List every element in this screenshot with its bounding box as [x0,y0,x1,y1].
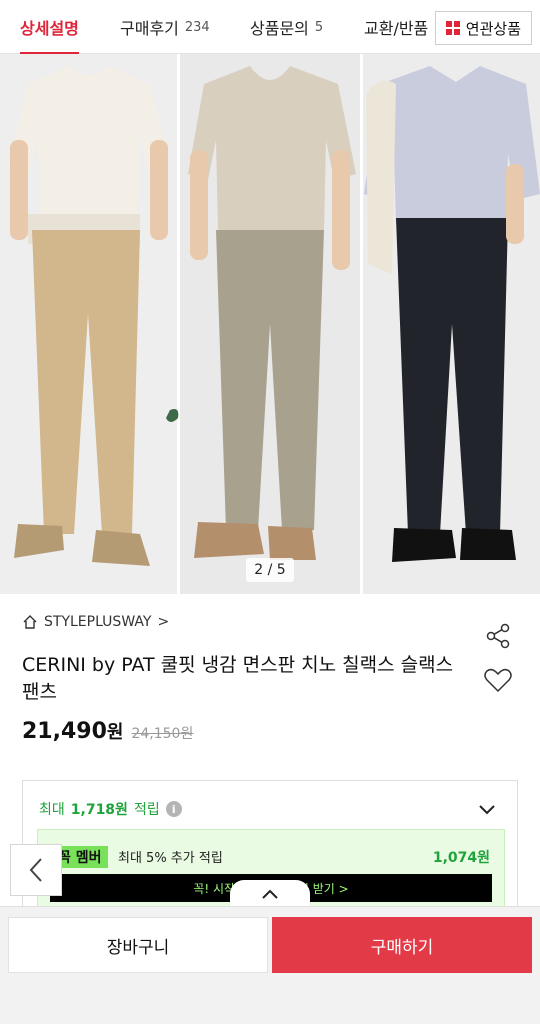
tab-count: 234 [184,19,210,35]
tab-label: 상품문의 [250,19,309,38]
previous-button[interactable] [10,844,62,896]
tab-label: 상세설명 [20,19,79,38]
product-title: CERINI by PAT 쿨핏 냉감 면스판 치노 칠랙스 슬랙스 팬츠 [22,654,454,703]
share-icon[interactable] [482,620,514,652]
grid-icon [445,21,460,35]
tab-count: 5 [314,19,324,35]
points-amount: 1,718원 [70,802,128,818]
points-summary[interactable]: 최대 1,718원 적립 i [39,799,182,819]
product-image-carousel[interactable]: 2 / 5 [0,54,540,594]
price-row: 21,490원 24,150원 [22,718,193,744]
home-icon [23,615,37,629]
original-price: 24,150원 [131,726,194,742]
bottom-action-bar: 장바구니 구매하기 [0,906,540,1024]
collapse-button[interactable] [230,880,310,908]
tab-inquiries[interactable]: 상품문의 5 [250,0,323,54]
tab-reviews[interactable]: 구매후기 234 [120,0,210,54]
member-benefit-amount: 1,074원 [432,850,490,866]
tab-bar: 상세설명 구매후기 234 상품문의 5 교환/반품 연관상품 [0,0,540,55]
add-to-cart-button[interactable]: 장바구니 [8,917,268,973]
product-photo [0,54,540,594]
brand-name: STYLEPLUSWAY [44,614,152,630]
member-benefit-text: 최대 5% 추가 적립 [118,851,223,866]
chevron-right-icon: > [157,614,170,630]
info-icon[interactable]: i [165,801,182,817]
heart-icon[interactable] [482,664,514,696]
tab-exchange[interactable]: 교환/반품 [364,0,434,54]
related-products-label: 연관상품 [465,19,521,38]
points-prefix: 최대 [39,802,65,818]
sale-price: 21,490원 [22,719,124,744]
tab-label: 교환/반품 [364,19,429,38]
related-products-button[interactable]: 연관상품 [434,11,532,45]
image-page-indicator: 2 / 5 [246,558,294,582]
chevron-down-icon[interactable] [475,797,499,821]
brand-link[interactable]: STYLEPLUSWAY > [22,614,169,630]
buy-now-button[interactable]: 구매하기 [272,917,532,973]
points-suffix: 적립 [133,802,160,818]
tab-detail[interactable]: 상세설명 [20,0,79,55]
chevron-up-icon [262,889,278,899]
tab-label: 구매후기 [120,19,179,38]
chevron-left-icon [29,858,42,882]
